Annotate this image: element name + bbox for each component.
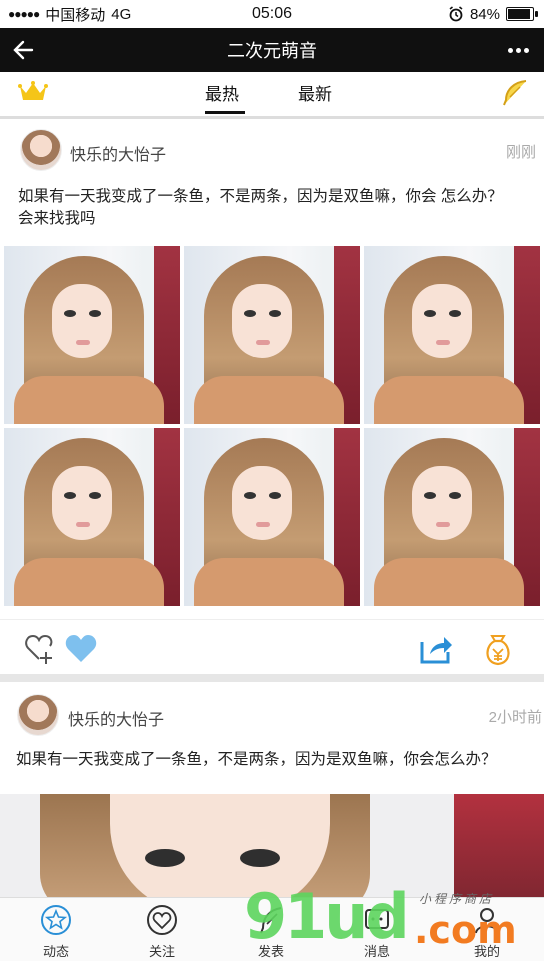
nav-label: 消息 [363, 944, 390, 959]
section-divider [0, 674, 544, 682]
post-photo[interactable] [184, 428, 360, 606]
crown-icon[interactable] [18, 80, 48, 104]
feed-tabs: 最热 最新 [0, 72, 544, 119]
post-photo[interactable] [364, 428, 540, 606]
post-photo[interactable] [4, 428, 180, 606]
nav-item-messages[interactable]: 消息 [337, 904, 417, 960]
post-username[interactable]: 快乐的大怡子 [68, 706, 164, 730]
post-content-line: 会来找我吗 [18, 210, 96, 227]
nav-label: 关注 [148, 944, 175, 959]
post-time: 2小时前 [488, 709, 542, 726]
nav-item-follow[interactable]: 关注 [122, 904, 202, 960]
reward-coin-icon[interactable] [482, 630, 514, 668]
nav-item-profile[interactable]: 我的 [447, 904, 527, 960]
back-arrow-icon[interactable] [10, 36, 38, 64]
battery-icon [506, 7, 538, 21]
post-content: 如果有一天我变成了一条鱼，不是两条，因为是双鱼嘛，你会 怎么办？ 会来找我吗 [18, 186, 528, 230]
heart-icon [147, 905, 177, 935]
post-photo[interactable] [4, 246, 180, 424]
post-actions [0, 619, 544, 680]
post-photo[interactable] [0, 794, 544, 897]
post-content: 如果有一天我变成了一条鱼，不是两条，因为是双鱼嘛，你会怎么办？ [16, 751, 497, 768]
bottom-nav: 动态 关注 发表 消息 我的 [0, 897, 544, 961]
nav-label: 发表 [257, 944, 284, 959]
post-photo[interactable] [364, 246, 540, 424]
status-bar: ●●●●● 中国移动 4G 05:06 84% [0, 0, 544, 28]
post-content-line: 如果有一天我变成了一条鱼，不是两条，因为是双鱼嘛，你会 怎么办？ [18, 188, 503, 205]
feather-icon [260, 907, 282, 934]
post-time: 刚刚 [505, 144, 536, 161]
status-time: 05:06 [251, 5, 293, 22]
tab-hot[interactable]: 最热 [205, 80, 239, 105]
page-title: 二次元萌音 [227, 41, 317, 61]
message-icon [365, 909, 389, 929]
share-icon[interactable] [418, 632, 454, 666]
person-icon [475, 908, 499, 934]
nav-label: 动态 [42, 944, 69, 959]
more-options-icon[interactable] [508, 40, 532, 60]
avatar[interactable] [20, 129, 62, 171]
feather-icon[interactable] [500, 78, 530, 108]
tab-new[interactable]: 最新 [298, 80, 332, 105]
photo-grid [4, 246, 540, 606]
heart-icon[interactable] [64, 632, 98, 666]
nav-item-feed[interactable]: 动态 [16, 904, 96, 960]
post-username[interactable]: 快乐的大怡子 [70, 141, 166, 165]
nav-item-publish[interactable]: 发表 [231, 904, 311, 960]
app-header: 二次元萌音 [0, 28, 544, 72]
post-card[interactable]: 快乐的大怡子 刚刚 如果有一天我变成了一条鱼，不是两条，因为是双鱼嘛，你会 怎么… [0, 119, 544, 674]
nav-label: 我的 [473, 944, 500, 959]
avatar[interactable] [17, 694, 59, 736]
add-like-icon[interactable] [24, 632, 58, 666]
post-card[interactable]: 快乐的大怡子 2小时前 如果有一天我变成了一条鱼，不是两条，因为是双鱼嘛，你会怎… [0, 682, 544, 897]
star-icon [41, 905, 71, 935]
active-tab-indicator [205, 111, 245, 114]
post-photo[interactable] [184, 246, 360, 424]
